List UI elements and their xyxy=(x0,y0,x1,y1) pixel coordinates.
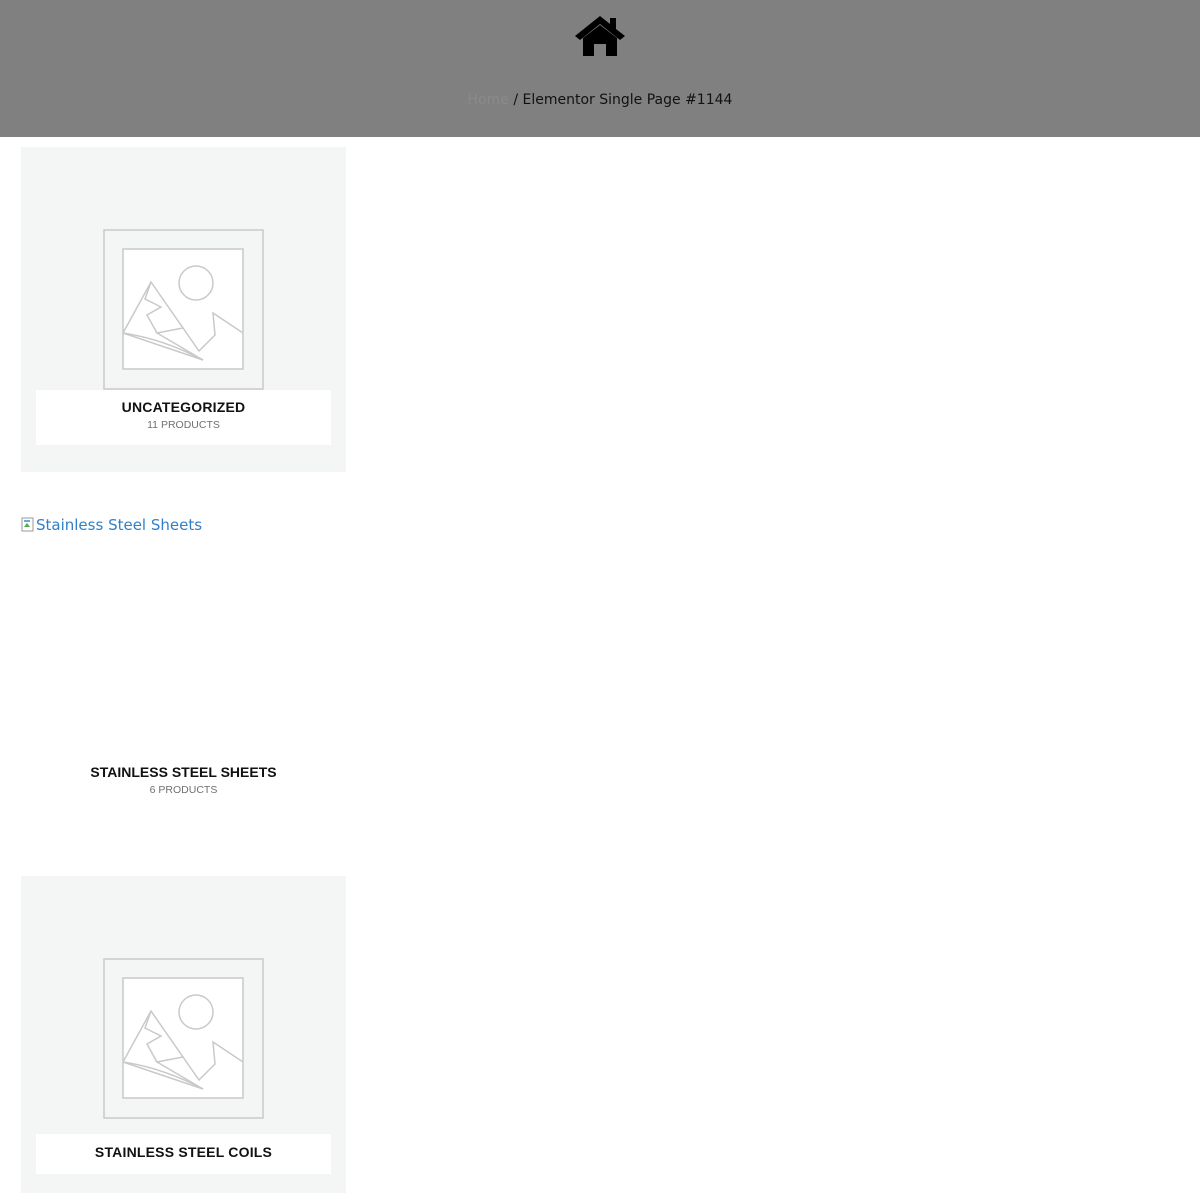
category-product-count: 6 PRODUCTS xyxy=(149,784,218,796)
page-header: Home / Elementor Single Page #1144 xyxy=(0,0,1200,137)
breadcrumb-separator: / xyxy=(513,92,519,108)
category-product-count: 11 PRODUCTS xyxy=(147,419,220,431)
category-card-uncategorized[interactable]: UNCATEGORIZED 11 PRODUCTS xyxy=(21,147,346,472)
category-title[interactable]: UNCATEGORIZED xyxy=(36,390,331,416)
breadcrumb: Home / Elementor Single Page #1144 xyxy=(0,90,1200,110)
broken-image-icon xyxy=(21,517,34,532)
placeholder-image-icon xyxy=(103,958,264,1119)
breadcrumb-home-link[interactable]: Home xyxy=(468,92,509,108)
placeholder-image-icon xyxy=(103,229,264,390)
category-card-stainless-steel-coils[interactable]: STAINLESS STEEL COILS xyxy=(21,876,346,1193)
category-title[interactable]: STAINLESS STEEL COILS xyxy=(36,1134,331,1161)
category-label-box: UNCATEGORIZED 11 PRODUCTS xyxy=(36,390,331,445)
broken-image-alt-text: Stainless Steel Sheets xyxy=(36,516,203,534)
home-icon[interactable] xyxy=(573,14,627,58)
category-card-stainless-steel-sheets[interactable]: Stainless Steel Sheets STAINLESS STEEL S… xyxy=(21,512,346,812)
broken-image[interactable]: Stainless Steel Sheets xyxy=(21,512,202,538)
category-title[interactable]: STAINLESS STEEL SHEETS xyxy=(21,763,346,781)
category-label-box: STAINLESS STEEL COILS xyxy=(36,1134,331,1174)
breadcrumb-current: Elementor Single Page #1144 xyxy=(522,92,733,108)
